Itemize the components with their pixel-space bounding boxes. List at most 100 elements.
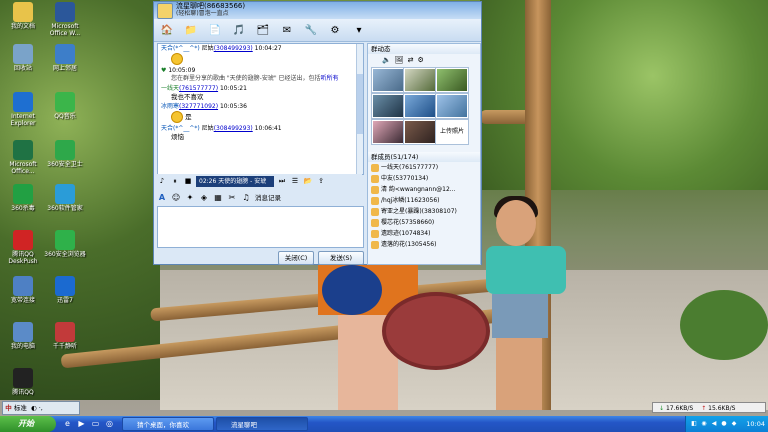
desktop-icon[interactable]: 360安全卫士: [42, 140, 88, 168]
photo-thumbnail[interactable]: [372, 94, 404, 118]
tray-volume-icon[interactable]: ◀: [710, 420, 718, 428]
chat-history[interactable]: 天合(*^__^*) 尼姑(308499293) 10:04:27 ♥ 10:0…: [157, 43, 364, 175]
doc-icon[interactable]: 📄: [206, 22, 224, 38]
taskbar-task[interactable]: 猜个桌面，你喜欢: [122, 417, 214, 431]
clock[interactable]: 10:04: [746, 416, 765, 432]
desktop-icon[interactable]: 360安全浏览器: [42, 230, 88, 258]
photo-thumbnail[interactable]: [372, 120, 404, 144]
group-member[interactable]: 一线天(761577777): [368, 162, 480, 173]
desktop-icon[interactable]: QQ音乐: [42, 92, 88, 120]
send-button[interactable]: 发送(S): [318, 251, 364, 265]
desktop-icon[interactable]: 我的文档: [0, 2, 46, 30]
app-icon[interactable]: 🗂: [254, 22, 272, 38]
message-history-button[interactable]: 消息记录: [255, 192, 281, 202]
font-icon[interactable]: A: [157, 192, 167, 202]
member-avatar-icon: [371, 185, 379, 194]
music-icon[interactable]: 🎵: [230, 22, 248, 38]
desktop-icon[interactable]: 我的电脑: [0, 322, 46, 350]
playlist-icon[interactable]: ☰: [290, 176, 300, 186]
desktop-icon[interactable]: 迅雷7: [42, 276, 88, 304]
quicklaunch-ie-icon[interactable]: e: [62, 418, 73, 429]
tray-network-icon[interactable]: ◧: [690, 420, 698, 428]
share-icon[interactable]: ⇄: [408, 56, 414, 64]
photo-thumbnail[interactable]: [404, 94, 436, 118]
speaker-icon[interactable]: 🔈: [382, 56, 391, 64]
group-member[interactable]: 中友(53770134): [368, 173, 480, 184]
music-note-icon[interactable]: ♪: [157, 176, 167, 186]
chat-window[interactable]: 流星聊吧(86683566) (轻松聊)冒泡一直点 🏠 📁 📄 🎵 🗂 ✉ 🔧 …: [153, 1, 482, 265]
group-member[interactable]: 寄亚之星(暴躁)(38308107): [368, 206, 480, 217]
desktop-icon[interactable]: 千千静听: [42, 322, 88, 350]
close-button[interactable]: 关闭(C): [278, 251, 314, 265]
quicklaunch-desktop-icon[interactable]: ▭: [90, 418, 101, 429]
message-input[interactable]: [157, 206, 364, 248]
wallpaper-hat: [382, 292, 490, 370]
group-member[interactable]: /hqj冰鳞(11623056): [368, 195, 480, 206]
photo-thumbnail[interactable]: [404, 68, 436, 92]
computer-icon: [13, 322, 33, 342]
group-member[interactable]: 遗落的花(1305456): [368, 239, 480, 250]
tray-360-icon[interactable]: ●: [720, 420, 728, 428]
desktop-icon[interactable]: 腾讯QQ: [0, 368, 46, 396]
photo-thumbnail[interactable]: [436, 68, 468, 92]
taskbar-task-active[interactable]: 流星聊吧: [216, 417, 308, 431]
photo-thumbnail[interactable]: [436, 94, 468, 118]
settings-icon[interactable]: ⚙: [326, 22, 344, 38]
shake-icon[interactable]: ◈: [199, 192, 209, 202]
photo-thumbnail[interactable]: [372, 68, 404, 92]
tray-qq-icon[interactable]: ◉: [700, 420, 708, 428]
desktop-icon[interactable]: 360杀毒: [0, 184, 46, 212]
desktop-icon[interactable]: 网上邻居: [42, 44, 88, 72]
desktop-icon[interactable]: 回收站: [0, 44, 46, 72]
ime-icon[interactable]: 中: [3, 404, 12, 412]
desktop-icon[interactable]: Internet Explorer: [0, 92, 46, 127]
broadband-icon: [13, 276, 33, 296]
music-icon[interactable]: ♫: [241, 192, 251, 202]
desktop-icon[interactable]: 360软件管家: [42, 184, 88, 212]
image-icon[interactable]: ▦: [213, 192, 223, 202]
input-method-bar[interactable]: 中 标准 ◐ ·,: [2, 401, 80, 415]
upload-photo-button[interactable]: 上传照片: [436, 120, 468, 144]
group-avatar[interactable]: [157, 3, 173, 19]
recycle-bin-icon: [13, 44, 33, 64]
listen-all-link[interactable]: 听所有: [321, 75, 339, 82]
group-member[interactable]: 樱芯花(57358660): [368, 217, 480, 228]
magic-icon[interactable]: ✦: [185, 192, 195, 202]
desktop-icon[interactable]: 宽带连接: [0, 276, 46, 304]
group-member[interactable]: 清 韵<wwangnann@12...: [368, 184, 480, 195]
stop-icon[interactable]: ■: [183, 176, 193, 186]
xunlei-icon: [55, 276, 75, 296]
desktop-icon[interactable]: Microsoft Office W...: [42, 2, 88, 37]
desktop-icon[interactable]: 腾讯QQ DeskPush: [0, 230, 46, 265]
folder-icon[interactable]: 📁: [182, 22, 200, 38]
group-tabs: 🔈 🖼 ⇄ ⚙: [368, 54, 480, 66]
photo-thumbnail[interactable]: [404, 120, 436, 144]
quicklaunch-qq-icon[interactable]: ◎: [104, 418, 115, 429]
now-playing[interactable]: 02:26 天使的翅膀 - 安琥: [196, 175, 274, 187]
start-button[interactable]: 开始: [0, 416, 56, 432]
folder-icon: [13, 2, 33, 22]
member-avatar-icon: [371, 229, 379, 238]
group-member[interactable]: 遗踪迹(1074834): [368, 228, 480, 239]
tools-icon[interactable]: 🔧: [302, 22, 320, 38]
download-arrow-icon: ↓: [659, 405, 665, 412]
chat-scrollbar[interactable]: [356, 44, 363, 174]
folder-icon[interactable]: 📂: [303, 176, 313, 186]
home-icon[interactable]: 🏠: [158, 22, 176, 38]
settings-icon[interactable]: ⚙: [417, 56, 423, 64]
more-icon[interactable]: ▾: [350, 22, 368, 38]
format-toolbar: A ☺ ✦ ◈ ▦ ✂ ♫ 消息记录: [157, 190, 362, 204]
next-icon[interactable]: ⏭: [277, 176, 287, 186]
mail-icon[interactable]: ✉: [278, 22, 296, 38]
pause-icon[interactable]: ⏸: [170, 176, 180, 186]
screenshot-icon[interactable]: ✂: [227, 192, 237, 202]
desktop-icon[interactable]: Microsoft Office...: [0, 140, 46, 175]
quicklaunch-media-icon[interactable]: ▶: [76, 418, 87, 429]
photo-icon[interactable]: 🖼: [395, 56, 404, 64]
punctuation-icon[interactable]: ◐ ·,: [29, 404, 43, 412]
share-icon[interactable]: ⇪: [316, 176, 326, 186]
chat-title-bar[interactable]: 流星聊吧(86683566) (轻松聊)冒泡一直点: [154, 2, 481, 19]
emoji-icon[interactable]: ☺: [171, 192, 181, 202]
tray-chat-icon[interactable]: ◆: [730, 420, 738, 428]
wallpaper-banana-leaves: [480, 0, 768, 190]
